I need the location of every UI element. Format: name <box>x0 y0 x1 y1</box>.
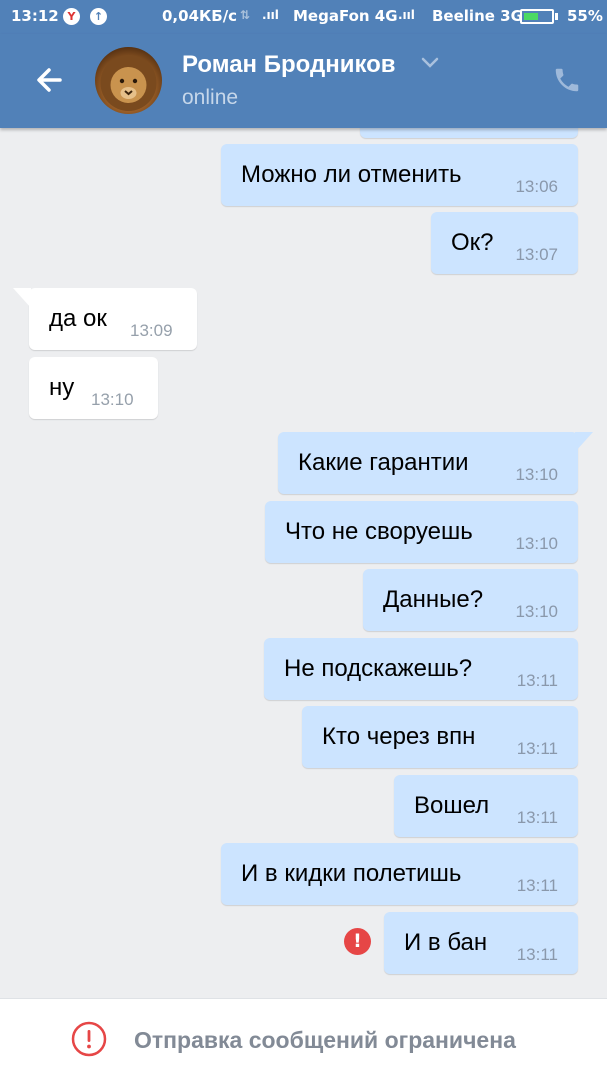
battery-percent: 55% <box>567 7 603 25</box>
message-time: 13:10 <box>91 390 134 409</box>
network-speed: 0,04КБ/с <box>162 7 238 25</box>
message-bubble-outgoing[interactable]: Не подскажешь? 13:11 <box>264 638 578 700</box>
signal-icon: .ııl <box>398 8 415 22</box>
message-time: 13:11 <box>516 808 558 827</box>
avatar[interactable] <box>95 47 162 114</box>
warning-icon <box>71 1021 107 1057</box>
restriction-text: Отправка сообщений ограничена <box>134 1027 516 1053</box>
message-time: 13:07 <box>515 245 558 264</box>
status-time: 13:12 <box>11 7 59 25</box>
message-text: Что не своруешь <box>285 518 473 545</box>
message-bubble-incoming[interactable]: да ок 13:09 <box>13 288 197 350</box>
message-bubble-outgoing-failed[interactable]: И в бан 13:11 <box>384 912 578 974</box>
message-bubble-outgoing[interactable]: Какие гарантии 13:10 <box>278 432 593 494</box>
signal-icon: .ııl <box>262 8 279 22</box>
message-bubble-outgoing[interactable]: И в кидки полетишь 13:11 <box>221 843 578 905</box>
message-text: Какие гарантии <box>298 449 469 476</box>
bubble-tail <box>575 432 593 452</box>
operator-2: Beeline 3G <box>432 7 523 25</box>
message-time: 13:10 <box>515 602 558 621</box>
operator-1: MegaFon 4G <box>293 7 398 25</box>
restriction-bar: Отправка сообщений ограничена <box>0 998 607 1081</box>
message-bubble-outgoing[interactable]: Можно ли отменить 13:06 <box>221 144 578 206</box>
message-time: 13:11 <box>516 671 558 690</box>
phone-icon[interactable] <box>552 65 582 95</box>
message-text: да ок <box>49 305 107 332</box>
message-bubble-outgoing[interactable]: Ок? 13:07 <box>431 212 578 274</box>
message-bubble-incoming[interactable]: ну 13:10 <box>29 357 158 419</box>
message-time: 13:11 <box>516 945 558 964</box>
contact-status: online <box>182 86 239 109</box>
lion-avatar-image <box>100 55 157 111</box>
message-text: Не подскажешь? <box>284 655 473 682</box>
message-text: ну <box>49 374 75 401</box>
message-text: И в бан <box>404 929 488 956</box>
contact-name[interactable]: Роман Бродников <box>182 51 396 79</box>
message-time: 13:09 <box>130 321 173 340</box>
message-text: Вошел <box>414 792 490 819</box>
message-time: 13:10 <box>515 534 558 553</box>
chevron-down-icon[interactable] <box>418 56 442 70</box>
message-time: 13:11 <box>516 876 558 895</box>
message-time: 13:10 <box>515 465 558 484</box>
message-text: Кто через впн <box>322 723 476 750</box>
message-text: Можно ли отменить <box>241 161 462 188</box>
battery-tip <box>555 13 558 20</box>
message-time: 13:11 <box>516 739 558 758</box>
message-bubble-outgoing[interactable]: Кто через впн 13:11 <box>302 706 578 768</box>
message-text: И в кидки полетишь <box>241 860 462 887</box>
battery-icon <box>520 9 554 24</box>
battery-fill <box>524 13 538 20</box>
message-bubble-outgoing[interactable]: Данные? 13:10 <box>363 569 578 631</box>
message-time: 13:06 <box>515 177 558 196</box>
back-arrow-icon[interactable] <box>30 60 70 100</box>
message-bubble-outgoing[interactable]: Вошел 13:11 <box>394 775 578 837</box>
error-icon[interactable]: ! <box>344 928 371 955</box>
message-text: Данные? <box>383 586 484 613</box>
upload-icon: ↑ <box>90 8 107 25</box>
yandex-app-icon: Y <box>63 8 80 25</box>
bubble-tail <box>13 288 31 308</box>
data-transfer-icon: ⇅ <box>240 8 251 22</box>
chat-header: Роман Бродников online <box>0 34 607 128</box>
status-bar: 13:12 Y ↑ 0,04КБ/с ⇅ .ııl MegaFon 4G .ıı… <box>0 0 607 34</box>
message-text: Ок? <box>451 229 494 256</box>
message-bubble-outgoing[interactable]: Что не своруешь 13:10 <box>265 501 578 563</box>
